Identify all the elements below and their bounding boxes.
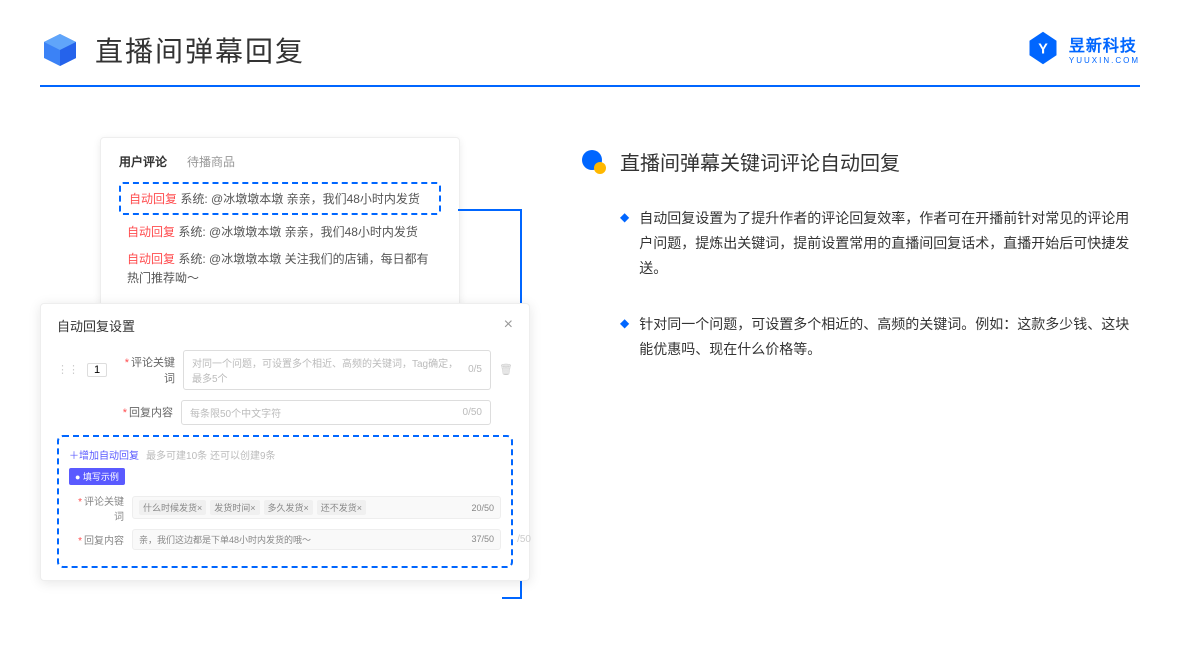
- comment-text: 系统: @冰墩墩本墩 亲亲，我们48小时内发货: [178, 225, 418, 239]
- logo-subtitle: YUUXIN.COM: [1069, 56, 1140, 65]
- connector-line: [458, 209, 520, 211]
- drag-handle-icon[interactable]: ⋮⋮: [57, 363, 79, 376]
- row-number: 1: [87, 363, 107, 377]
- auto-reply-badge: 自动回复: [127, 252, 175, 266]
- description-panel: 直播间弹幕关键词评论自动回复 ◆ 自动回复设置为了提升作者的评论回复效率，作者可…: [580, 137, 1140, 591]
- example-keyword-input[interactable]: 什么时候发货× 发货时间× 多久发货× 还不发货× 20/50: [132, 496, 501, 519]
- close-icon[interactable]: ×: [504, 316, 513, 334]
- content-input[interactable]: 每条限50个中文字符 0/50: [181, 400, 491, 425]
- bullet-text: 自动回复设置为了提升作者的评论回复效率，作者可在开播前针对常见的评论用户问题，提…: [639, 206, 1140, 282]
- add-hint: 最多可建10条 还可以创建9条: [146, 451, 275, 462]
- example-keyword-label: 评论关键词: [69, 493, 124, 523]
- example-section: ＋增加自动回复 最多可建10条 还可以创建9条 ● 填写示例 评论关键词 什么时…: [57, 435, 513, 568]
- example-badge: ● 填写示例: [69, 468, 125, 485]
- tab-pending-products[interactable]: 待播商品: [187, 153, 235, 170]
- comment-text: 系统: @冰墩墩本墩 亲亲，我们48小时内发货: [180, 192, 420, 206]
- comment-card: 用户评论 待播商品 自动回复 系统: @冰墩墩本墩 亲亲，我们48小时内发货 自…: [100, 137, 460, 313]
- tag-item[interactable]: 多久发货×: [264, 500, 313, 515]
- chat-bubble-icon: [580, 148, 608, 176]
- auto-reply-settings-card: 自动回复设置 × ⋮⋮ 1 评论关键词 对同一个问题，可设置多个相近、高频的关键…: [40, 303, 530, 581]
- bullet-point: ◆ 自动回复设置为了提升作者的评论回复效率，作者可在开播前针对常见的评论用户问题…: [580, 206, 1140, 282]
- char-count: /50: [517, 534, 531, 545]
- feature-heading: 直播间弹幕关键词评论自动回复: [620, 147, 900, 176]
- trash-icon[interactable]: 🗑: [499, 363, 513, 376]
- svg-text:Y: Y: [1038, 41, 1048, 57]
- bullet-point: ◆ 针对同一个问题，可设置多个相近的、高频的关键词。例如：这款多少钱、这块能优惠…: [580, 312, 1140, 362]
- brand-logo: Y 昱新科技 YUUXIN.COM: [1025, 30, 1140, 66]
- tab-user-comments[interactable]: 用户评论: [119, 153, 167, 170]
- example-content-input[interactable]: 亲，我们这边都是下单48小时内发货的哦～ 37/50: [132, 529, 501, 550]
- example-content-label: 回复内容: [69, 532, 124, 547]
- keyword-input[interactable]: 对同一个问题，可设置多个相近、高频的关键词，Tag确定，最多5个 0/5: [183, 350, 491, 390]
- comment-row: 自动回复 系统: @冰墩墩本墩 亲亲，我们48小时内发货: [119, 223, 441, 242]
- cube-icon: [40, 30, 80, 70]
- logo-icon: Y: [1025, 30, 1061, 66]
- content-label: 回复内容: [113, 404, 173, 420]
- settings-title: 自动回复设置: [57, 316, 135, 335]
- comment-row: 自动回复 系统: @冰墩墩本墩 关注我们的店铺，每日都有热门推荐呦～: [119, 250, 441, 288]
- add-auto-reply-link[interactable]: ＋增加自动回复: [69, 447, 139, 462]
- auto-reply-badge: 自动回复: [127, 225, 175, 239]
- highlighted-comment: 自动回复 系统: @冰墩墩本墩 亲亲，我们48小时内发货: [119, 182, 441, 215]
- diamond-icon: ◆: [620, 316, 629, 362]
- auto-reply-badge: 自动回复: [129, 192, 177, 206]
- page-title: 直播间弹幕回复: [95, 30, 305, 70]
- logo-name: 昱新科技: [1069, 32, 1140, 56]
- tag-item[interactable]: 什么时候发货×: [139, 500, 206, 515]
- diamond-icon: ◆: [620, 210, 629, 282]
- bullet-text: 针对同一个问题，可设置多个相近的、高频的关键词。例如：这款多少钱、这块能优惠吗、…: [639, 312, 1140, 362]
- keyword-label: 评论关键词: [115, 354, 175, 386]
- tag-item[interactable]: 发货时间×: [210, 500, 259, 515]
- tag-item[interactable]: 还不发货×: [317, 500, 366, 515]
- screenshot-panel: 用户评论 待播商品 自动回复 系统: @冰墩墩本墩 亲亲，我们48小时内发货 自…: [40, 137, 540, 591]
- connector-line: [502, 597, 522, 599]
